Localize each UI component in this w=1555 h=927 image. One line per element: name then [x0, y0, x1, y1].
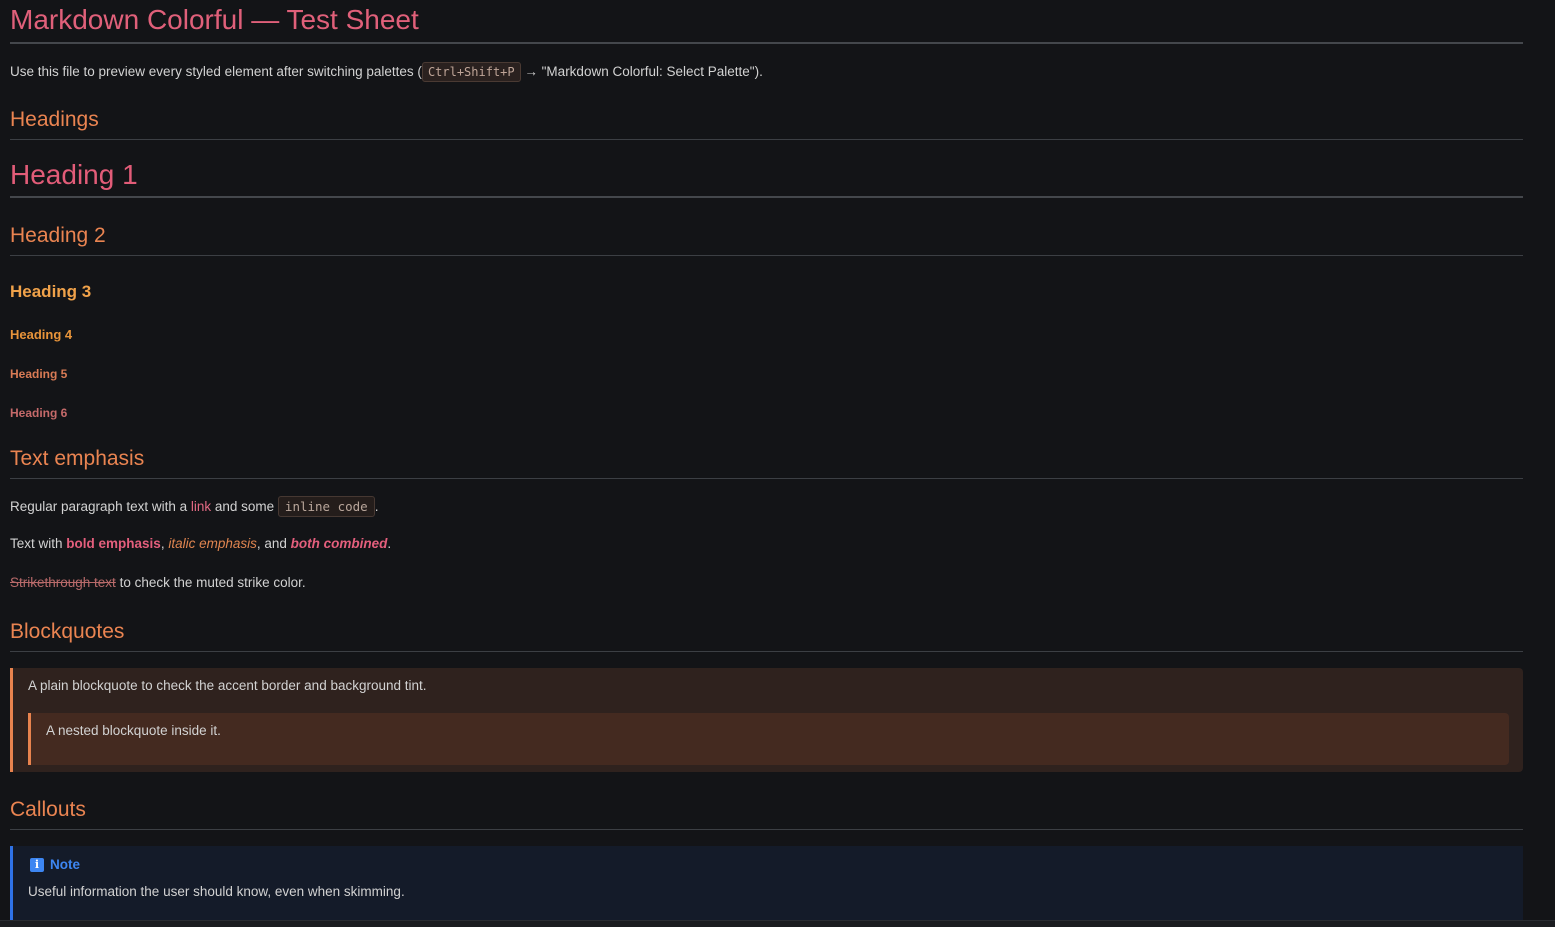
blockquote-text: A plain blockquote to check the accent b… [28, 678, 427, 693]
section-rule [10, 139, 1523, 140]
text: Text with [10, 536, 67, 551]
page-title: Markdown Colorful — Test Sheet [10, 4, 419, 35]
section-heading-callouts: Callouts [10, 798, 86, 821]
info-icon: i [30, 857, 44, 872]
paragraph-link-code: Regular paragraph text with a link and s… [10, 496, 378, 517]
paragraph-emphasis: Text with bold emphasis, italic emphasis… [10, 535, 391, 553]
heading-2-rule [10, 255, 1523, 256]
italic-text: italic emphasis [168, 536, 257, 551]
nested-blockquote-text: A nested blockquote inside it. [46, 723, 221, 738]
intro-text-after: → "Markdown Colorful: Select Palette"). [520, 64, 763, 79]
heading-5: Heading 5 [10, 367, 68, 381]
blockquote: A plain blockquote to check the accent b… [10, 668, 1523, 772]
text: , and [256, 536, 291, 551]
section-rule [10, 829, 1523, 830]
text: to check the muted strike color. [115, 575, 306, 590]
nested-blockquote: A nested blockquote inside it. [28, 713, 1509, 765]
link[interactable]: link [191, 499, 211, 514]
bold-text: bold emphasis [66, 536, 161, 551]
section-rule [10, 478, 1523, 479]
bold-italic-text: both combined [290, 536, 388, 551]
callout-body: Useful information the user should know,… [28, 884, 405, 899]
text: and some [211, 499, 278, 514]
shortcut-code: Ctrl+Shift+P [421, 62, 521, 82]
callout-title: i Note [30, 857, 80, 872]
heading-6: Heading 6 [10, 406, 68, 420]
paragraph-strikethrough: Strikethrough text to check the muted st… [10, 574, 306, 592]
inline-code: inline code [277, 496, 375, 517]
strikethrough-text: Strikethrough text [10, 575, 116, 590]
heading-1: Heading 1 [10, 159, 138, 190]
text: . [374, 499, 379, 514]
intro-text-before: Use this file to preview every styled el… [10, 64, 422, 79]
note-callout: i Note Useful information the user shoul… [10, 846, 1523, 926]
title-rule [10, 42, 1523, 44]
text: Regular paragraph text with a [10, 499, 191, 514]
heading-2: Heading 2 [10, 224, 106, 247]
section-heading-headings: Headings [10, 108, 99, 131]
intro-paragraph: Use this file to preview every styled el… [10, 62, 763, 82]
heading-3: Heading 3 [10, 282, 92, 301]
section-heading-blockquotes: Blockquotes [10, 620, 125, 643]
heading-4: Heading 4 [10, 327, 73, 342]
section-heading-text-emphasis: Text emphasis [10, 447, 145, 470]
callout-title-label: Note [50, 857, 80, 872]
heading-1-rule [10, 196, 1523, 198]
section-rule [10, 651, 1523, 652]
text: . [387, 536, 392, 551]
